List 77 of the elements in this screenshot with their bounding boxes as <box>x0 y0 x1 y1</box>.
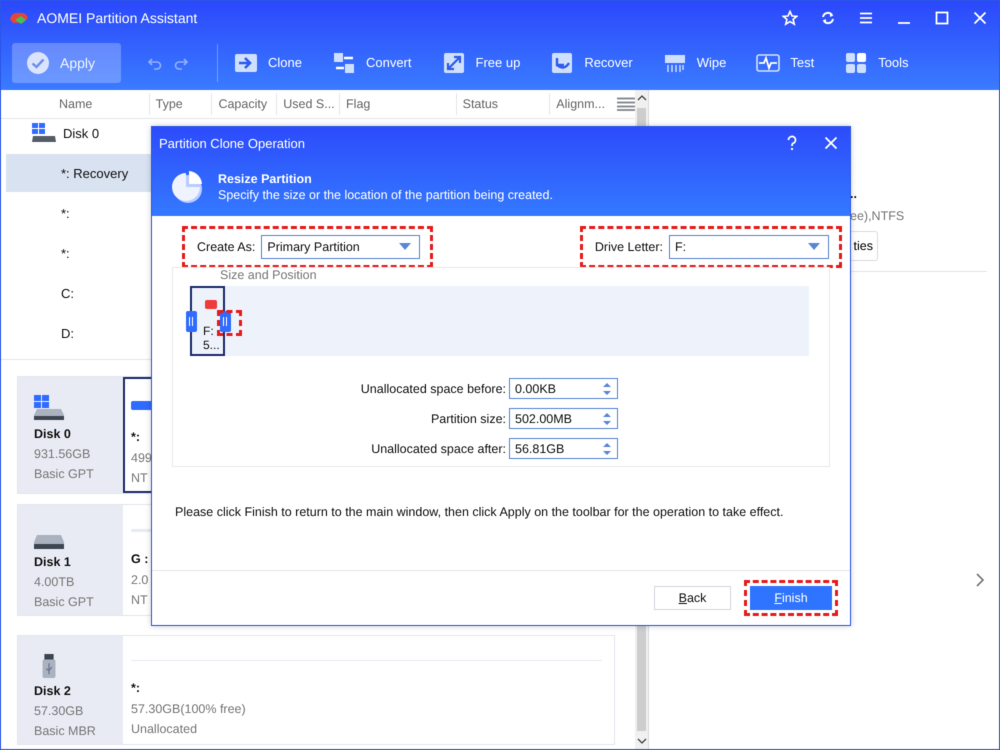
size-spinbox[interactable]: 0.00KB <box>509 378 618 399</box>
disk-size: 57.30GB <box>34 704 84 718</box>
partition-size: 5... <box>203 338 221 352</box>
column-header[interactable]: Used S... <box>276 93 340 115</box>
freeup-button[interactable]: Free up <box>442 50 520 74</box>
partition-detail: ee),NTFS <box>850 209 906 223</box>
close-icon[interactable] <box>824 136 838 150</box>
column-header[interactable]: Type <box>148 93 212 115</box>
disk-style: Basic GPT <box>34 467 95 481</box>
disk-size: 4.00TB <box>34 575 76 589</box>
checkmark-icon <box>26 50 50 74</box>
grid-icon <box>844 50 868 74</box>
dialog-heading: Resize Partition <box>218 172 313 186</box>
spinner-arrows-icon[interactable] <box>603 382 611 396</box>
partition-row[interactable]: Disk 0 <box>6 121 156 145</box>
caret-down-icon <box>808 243 820 251</box>
create-as-label: Create As: <box>197 240 256 254</box>
partition-size: 2.0 <box>131 573 150 587</box>
disk-name: Disk 1 <box>34 555 72 569</box>
back-button[interactable]: Back <box>654 586 731 610</box>
help-icon[interactable] <box>786 135 798 151</box>
size-spinbox[interactable]: 502.00MB <box>509 408 618 429</box>
dialog-title: Partition Clone Operation <box>159 136 306 150</box>
disk-style: Basic GPT <box>34 595 95 609</box>
drive-letter-label: Drive Letter: <box>594 240 663 254</box>
hard-disk-icon <box>34 395 64 421</box>
disk-name: Disk 2 <box>34 684 72 698</box>
disk-size: 931.56GB <box>34 447 92 461</box>
drive-letter-dropdown[interactable]: F: <box>669 235 829 259</box>
resize-handle[interactable] <box>186 311 197 332</box>
spinner-arrows-icon[interactable] <box>603 442 611 456</box>
marker-icon <box>205 300 217 309</box>
wipe-button[interactable]: Wipe <box>662 50 726 74</box>
partition-size: 57.30GB(100% free) <box>131 702 247 716</box>
window-title: AOMEI Partition Assistant <box>37 10 198 26</box>
partition-filesystem: Unallocated <box>131 722 198 736</box>
chevron-up-icon[interactable] <box>636 94 646 102</box>
create-as-dropdown[interactable]: Primary Partition <box>261 235 420 259</box>
chevron-right-icon[interactable] <box>975 573 985 587</box>
partition-filesystem: NT <box>131 471 149 485</box>
field-label: Partition size: <box>430 412 506 426</box>
column-header[interactable]: Status <box>456 93 550 115</box>
field-label: Unallocated space before: <box>360 382 506 396</box>
expand-arrows-icon <box>442 50 466 74</box>
column-header[interactable]: Name <box>1 93 149 115</box>
finish-button[interactable]: Finish <box>750 586 832 610</box>
chevron-down-icon[interactable] <box>636 737 646 745</box>
disk-name: Disk 0 <box>34 427 72 441</box>
hard-disk-icon <box>32 123 56 143</box>
clone-button[interactable]: Clone <box>234 50 302 74</box>
resize-handle[interactable] <box>220 311 231 332</box>
partition-name: *: <box>131 430 142 444</box>
dialog-subtitle: Specify the size or the location of the partition being created. <box>218 188 553 202</box>
instruction-text: Please click Finish to return to the main window, then click Apply on the toolbar for the operation to take effect. <box>175 505 784 519</box>
column-header[interactable]: Alignm... <box>549 93 616 115</box>
convert-button[interactable]: Convert <box>332 50 412 74</box>
properties-button[interactable]: ties <box>850 231 878 261</box>
field-label: Unallocated space after: <box>371 442 506 456</box>
partition-name: G : <box>131 552 150 566</box>
group-legend: Size and Position <box>220 268 317 282</box>
disk-style: Basic MBR <box>34 724 97 738</box>
swap-icon <box>332 50 356 74</box>
partition-label: F: <box>203 324 215 338</box>
recover-button[interactable]: Recover <box>550 50 633 74</box>
tools-button[interactable]: Tools <box>844 50 909 74</box>
logo-icon <box>9 10 29 26</box>
partition-title: .. <box>850 187 858 201</box>
disk-card[interactable]: Disk 2 57.30GB Basic MBR *: 57.30GB(100% free) Unallocated <box>17 635 615 745</box>
test-button[interactable]: Test <box>756 50 814 74</box>
spinner-arrows-icon[interactable] <box>603 412 611 426</box>
size-spinbox[interactable]: 56.81GB <box>509 438 618 459</box>
pie-chart-icon <box>171 170 205 204</box>
column-header[interactable]: Capacity <box>211 93 276 115</box>
column-header[interactable]: Flag <box>339 93 456 115</box>
partition-name: *: <box>131 681 142 695</box>
caret-down-icon <box>399 243 412 251</box>
partition-filesystem: NT <box>131 593 149 607</box>
